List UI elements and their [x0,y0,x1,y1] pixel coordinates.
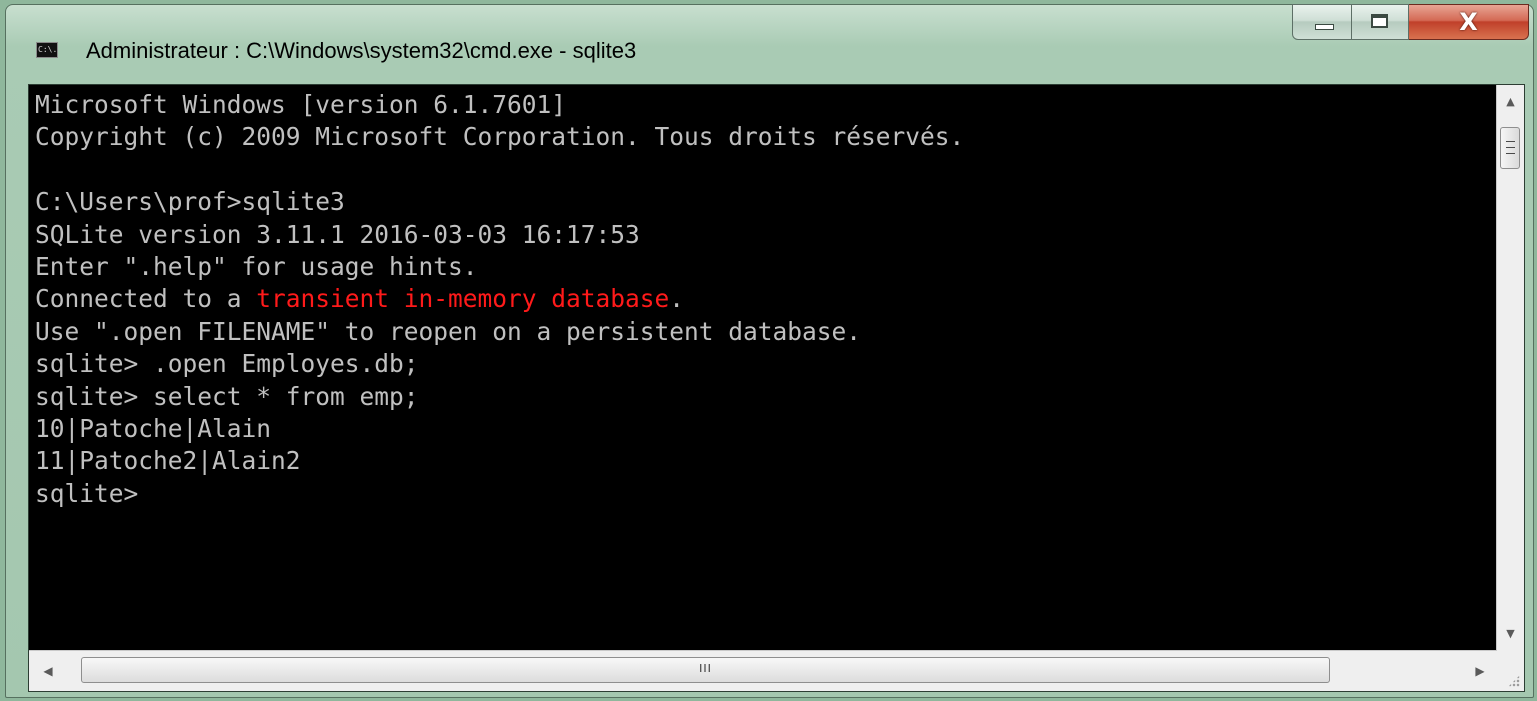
console-line: sqlite> select * from emp; [35,381,419,411]
console-line: sqlite> .open Employes.db; [35,349,419,379]
close-icon: X [1459,8,1478,36]
console-line: C:\Users\prof>sqlite3 [35,187,345,217]
vertical-scrollbar[interactable]: ▲ ▼ [1496,85,1524,651]
window-title: Administrateur : C:\Windows\system32\cmd… [86,38,637,63]
caption-buttons: X [1292,4,1529,48]
console-line: sqlite> [35,478,139,508]
minimize-button[interactable] [1292,4,1352,40]
scroll-up-icon[interactable]: ▲ [1497,87,1524,117]
scroll-down-icon[interactable]: ▼ [1497,619,1524,649]
console-line: Copyright (c) 2009 Microsoft Corporation… [35,122,965,152]
console-line: Microsoft Windows [version 6.1.7601] [35,90,567,119]
console-line: 10|Patoche|Alain [35,413,272,443]
console-line: 11|Patoche2|Alain2 [35,446,301,476]
minimize-icon [1315,24,1334,30]
horizontal-scrollbar[interactable]: ◀ III ▶ [29,650,1497,691]
console-line-text: . [669,284,685,314]
highlighted-text: transient in-memory database [256,284,670,314]
scroll-right-icon[interactable]: ▶ [1465,651,1495,691]
close-button[interactable]: X [1409,4,1529,40]
console-window: C:\. Administrateur : C:\Windows\system3… [5,4,1534,698]
thumb-grip-line [1506,147,1515,148]
title-bar[interactable]: C:\. Administrateur : C:\Windows\system3… [6,4,1533,85]
resize-grip[interactable] [1497,651,1524,691]
maximize-button[interactable] [1352,4,1409,40]
vertical-scroll-thumb[interactable] [1500,127,1520,169]
console-line: Use ".open FILENAME" to reopen on a pers… [35,316,862,346]
console-output[interactable]: Microsoft Windows [version 6.1.7601] Copy… [35,89,1494,651]
horizontal-scroll-thumb[interactable]: III [81,657,1330,683]
thumb-grip-line [1506,153,1515,154]
resize-grip-icon [1508,675,1520,687]
scroll-left-icon[interactable]: ◀ [33,651,63,691]
console-line: Connected to a transient in-memory datab… [35,283,1494,315]
console-line: Enter ".help" for usage hints. [35,251,478,281]
thumb-grip-line [1506,141,1515,142]
cmd-console-icon[interactable]: C:\. [36,42,58,58]
console-line: SQLite version 3.11.1 2016-03-03 16:17:5… [35,219,640,249]
console-area[interactable]: Microsoft Windows [version 6.1.7601] Copy… [28,84,1525,692]
maximize-icon [1371,14,1388,28]
console-line-text: Connected to a [35,284,257,314]
